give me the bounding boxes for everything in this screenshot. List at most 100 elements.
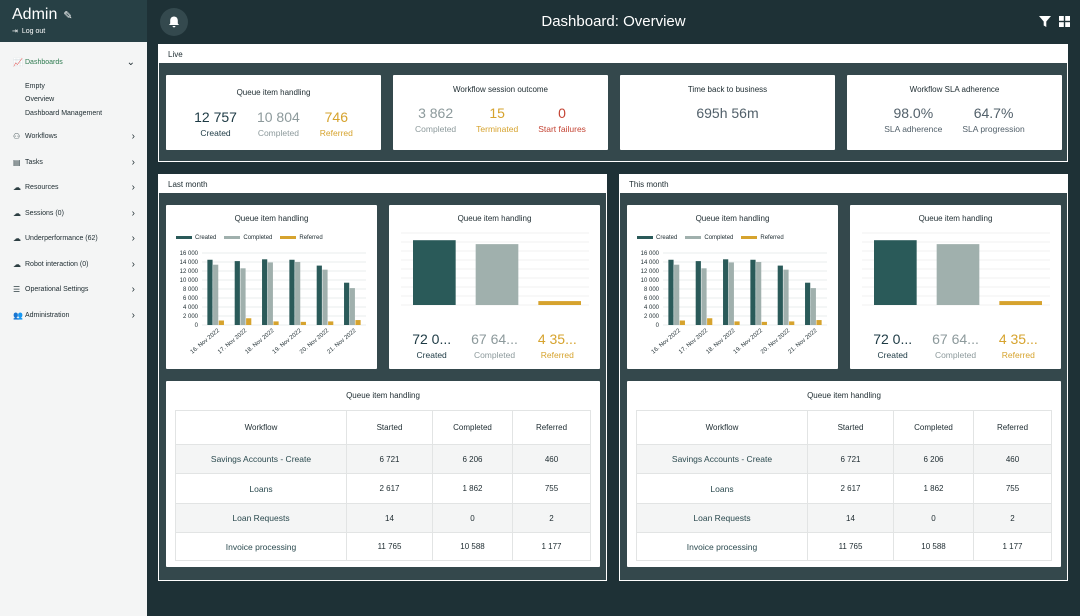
table-row[interactable]: Loans 2 617 1 862 755 [636,473,1052,504]
y-tick-label: 0 [195,323,199,329]
sidebar-item-operational-settings[interactable]: ☰ Operational Settings › [0,277,147,303]
totals-stats: 72 0... Created 67 64... Completed 4 35...… [850,331,1061,360]
last-month-panel: Last month Queue item handling Created C… [158,174,607,581]
cell-referred: 2 [973,503,1052,533]
totals-bar-chart [862,232,1050,306]
live-session-card: Workflow session outcome 3 862 Completed … [393,75,608,150]
stat-value: 4 35... [537,331,577,347]
user-title: Admin ✎ [12,6,135,24]
cell-workflow[interactable]: Invoice processing [175,532,347,561]
pencil-icon[interactable]: ✎ [63,9,72,22]
header-completed[interactable]: Completed [432,410,513,445]
bar-created [750,259,756,325]
stats-row: 3 862 Completed 15 Terminated 0 Start failu… [393,105,608,134]
sidebar-item-underperformance[interactable]: ☁ Underperformance (62) › [0,226,147,252]
stat-sla-progression: 64.7% SLA progression [952,105,1034,134]
y-tick-label: 14 000 [641,260,660,266]
header-workflow[interactable]: Workflow [636,410,808,445]
y-tick-label: 10 000 [641,278,660,284]
table-row[interactable]: Loans 2 617 1 862 755 [175,473,591,504]
sidebar-item-administration[interactable]: 👥 Administration › [0,303,147,329]
sidebar-item-dashboards[interactable]: 📈 Dashboards ⌄ [0,50,147,76]
sidebar: Admin ✎ ⇥ Log out 📈 Dashboards ⌄ Empty O… [0,0,147,616]
stat-value: 3 862 [418,105,454,121]
cell-completed: 10 588 [893,532,974,561]
stat-label: Created [416,350,447,360]
bar-created [668,259,674,325]
header-started[interactable]: Started [346,410,433,445]
header-completed[interactable]: Completed [893,410,974,445]
stat-value: 67 64... [932,331,979,347]
dashboards-submenu: Empty Overview Dashboard Management [0,76,147,125]
y-tick-label: 10 000 [180,278,199,284]
logout-link[interactable]: ⇥ Log out [12,27,135,36]
stat-time-back: 695h 56m [686,105,768,121]
stat-label: Referred [540,350,574,360]
sidebar-item-resources[interactable]: ☁ Resources › [0,175,147,201]
bar-created [344,282,350,325]
table-row[interactable]: Invoice processing 11 765 10 588 1 177 [175,532,591,561]
sidebar-item-workflows[interactable]: ⚇ Workflows › [0,124,147,150]
table-row[interactable]: Loan Requests 14 0 2 [175,503,591,533]
sidebar-item-tasks[interactable]: ▤ Tasks › [0,150,147,176]
cell-workflow[interactable]: Savings Accounts - Create [175,444,347,474]
total-completed: 67 64... Completed [922,331,989,360]
bar-referred [761,321,767,325]
chart-icon: 📈 [13,58,23,68]
header-started[interactable]: Started [807,410,894,445]
stat-value: 746 [324,109,348,125]
x-tick-label: 21. Nov 2022 [787,328,819,356]
table-header-row: Workflow Started Completed Referred [175,410,591,445]
bar-completed [295,262,301,325]
sidebar-sub-dashboard-management[interactable]: Dashboard Management [0,107,147,121]
sidebar-item-sessions[interactable]: ☁ Sessions (0) › [0,201,147,227]
totals-bar-chart [401,232,589,306]
bar-completed [240,268,246,325]
totals-stats: 72 0... Created 67 64... Completed 4 35...… [389,331,600,360]
logout-label: Log out [21,27,46,35]
cell-workflow[interactable]: Loans [175,473,347,504]
table-row[interactable]: Savings Accounts - Create 6 721 6 206 46… [175,444,591,474]
bar-referred [999,301,1042,305]
grid-icon[interactable] [1059,16,1070,27]
table-header-row: Workflow Started Completed Referred [636,410,1052,445]
bar-created [723,259,729,325]
table-row[interactable]: Invoice processing 11 765 10 588 1 177 [636,532,1052,561]
cell-workflow[interactable]: Invoice processing [636,532,808,561]
bar-referred [816,320,822,325]
cell-workflow[interactable]: Savings Accounts - Create [636,444,808,474]
stat-terminated: 15 Terminated [466,105,528,134]
cloud-icon: ☁ [13,208,21,218]
cell-workflow[interactable]: Loans [636,473,808,504]
bar-completed [936,244,980,305]
cell-workflow[interactable]: Loan Requests [636,503,808,533]
stat-label: Completed [934,350,977,360]
chevron-right-icon: › [131,156,135,168]
total-created: 72 0... Created [402,331,461,360]
sidebar-item-robot-interaction[interactable]: ☁ Robot interaction (0) › [0,252,147,278]
cell-workflow[interactable]: Loan Requests [175,503,347,533]
header-referred[interactable]: Referred [512,410,591,445]
header-referred[interactable]: Referred [973,410,1052,445]
card-title: Workflow session outcome [453,85,548,94]
bar-created [805,282,811,325]
stat-value: 0 [558,105,566,121]
stat-label: Completed [257,128,299,138]
side-nav: 📈 Dashboards ⌄ Empty Overview Dashboard … [0,42,147,328]
header-workflow[interactable]: Workflow [175,410,347,445]
chevron-right-icon: › [131,284,135,296]
bar-referred [218,320,224,325]
table-row[interactable]: Loan Requests 14 0 2 [636,503,1052,533]
bar-referred [538,301,581,305]
stats-row: 12 757 Created 10 804 Completed 746 Referre… [166,109,381,138]
total-referred: 4 35... Referred [989,331,1048,360]
sidebar-sub-overview[interactable]: Overview [0,93,147,107]
stat-value: 12 757 [194,109,237,125]
clipboard-icon: ▤ [13,157,21,167]
y-tick-label: 16 000 [180,251,199,257]
table-row[interactable]: Savings Accounts - Create 6 721 6 206 46… [636,444,1052,474]
stat-value: 67 64... [471,331,518,347]
sidebar-item-label: Robot interaction (0) [25,260,89,268]
filter-icon[interactable] [1039,16,1051,27]
sidebar-sub-empty[interactable]: Empty [0,80,147,94]
